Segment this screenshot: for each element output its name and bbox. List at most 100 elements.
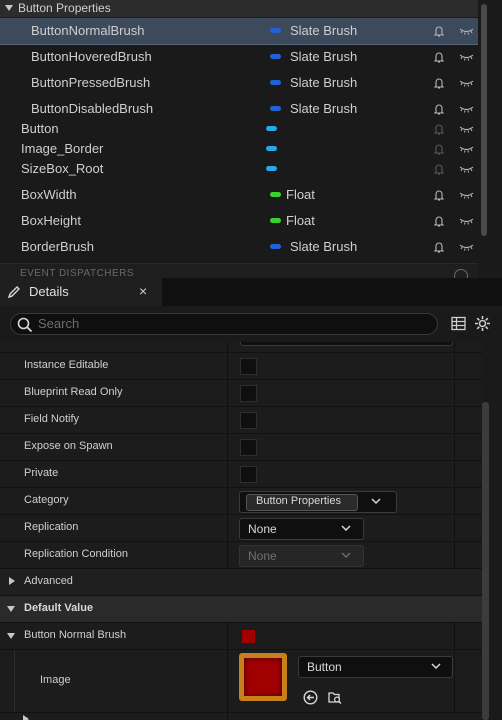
variable-row[interactable]: SizeBox_Root bbox=[0, 159, 478, 179]
details-scrollbar[interactable] bbox=[482, 402, 489, 720]
bell-icon[interactable] bbox=[434, 103, 444, 115]
variable-name: ButtonHoveredBrush bbox=[31, 49, 152, 64]
instance-editable-row: Instance Editable bbox=[0, 353, 482, 380]
event-dispatchers-header[interactable]: EVENT DISPATCHERS bbox=[0, 263, 478, 278]
expand-arrow-icon[interactable] bbox=[9, 577, 15, 585]
bell-icon[interactable] bbox=[434, 241, 444, 253]
bell-icon[interactable] bbox=[434, 51, 444, 63]
expose-on-spawn-checkbox[interactable] bbox=[240, 439, 257, 456]
pencil-icon bbox=[7, 286, 20, 299]
eye-closed-icon[interactable] bbox=[459, 105, 474, 113]
image-asset-value: Button bbox=[307, 660, 342, 674]
replication-condition-label: Replication Condition bbox=[24, 548, 128, 560]
chevron-down-icon[interactable] bbox=[341, 525, 351, 531]
instance-editable-checkbox[interactable] bbox=[240, 358, 257, 375]
browse-asset-icon[interactable] bbox=[327, 690, 343, 705]
table-view-icon[interactable] bbox=[451, 316, 466, 331]
replication-label: Replication bbox=[24, 521, 79, 533]
chevron-down-icon[interactable] bbox=[371, 498, 381, 504]
variable-type-pin-icon[interactable] bbox=[270, 28, 281, 33]
blueprint-read-only-label: Blueprint Read Only bbox=[24, 386, 123, 398]
image-asset-combo[interactable]: Button bbox=[298, 656, 453, 678]
search-icon bbox=[17, 317, 33, 333]
collapse-arrow-icon[interactable] bbox=[7, 606, 15, 612]
tab-details[interactable]: Details × bbox=[0, 278, 162, 306]
expand-arrow-icon[interactable] bbox=[23, 715, 29, 720]
category-label: Button Properties bbox=[18, 1, 111, 15]
chevron-down-icon bbox=[341, 552, 351, 558]
image-thumbnail[interactable] bbox=[239, 653, 287, 701]
details-tab-bar: Details × bbox=[0, 278, 502, 306]
search-area: Search bbox=[0, 306, 502, 342]
collapse-arrow-icon[interactable] bbox=[7, 633, 15, 639]
variable-type-pin-icon[interactable] bbox=[270, 80, 281, 85]
variable-type-pin-icon[interactable] bbox=[270, 218, 281, 223]
collapse-arrow-icon[interactable] bbox=[5, 5, 13, 11]
tab-details-label: Details bbox=[29, 284, 69, 299]
variable-name: SizeBox_Root bbox=[21, 161, 104, 176]
replication-value: None bbox=[248, 522, 277, 536]
variable-type-pin-icon[interactable] bbox=[270, 54, 281, 59]
variable-row[interactable]: BoxHeight Float bbox=[0, 208, 478, 234]
eye-closed-icon[interactable] bbox=[459, 27, 474, 35]
variable-type-pin-icon[interactable] bbox=[266, 126, 277, 131]
private-checkbox[interactable] bbox=[240, 466, 257, 483]
eye-closed-icon[interactable] bbox=[459, 165, 474, 173]
variable-type-label: Float bbox=[286, 187, 315, 202]
close-icon[interactable]: × bbox=[139, 283, 147, 299]
expose-on-spawn-row: Expose on Spawn bbox=[0, 434, 482, 461]
bell-icon[interactable] bbox=[434, 143, 444, 155]
eye-closed-icon[interactable] bbox=[459, 79, 474, 87]
variable-type-pin-icon[interactable] bbox=[270, 106, 281, 111]
category-header[interactable]: Button Properties bbox=[0, 0, 478, 17]
chevron-down-icon[interactable] bbox=[431, 663, 441, 669]
image-label: Image bbox=[40, 674, 71, 686]
variable-type-pin-icon[interactable] bbox=[266, 146, 277, 151]
bell-icon[interactable] bbox=[434, 189, 444, 201]
image-row: Image Button bbox=[0, 650, 482, 713]
advanced-row[interactable]: Advanced bbox=[0, 569, 482, 596]
eye-closed-icon[interactable] bbox=[459, 217, 474, 225]
variables-scrollbar[interactable] bbox=[481, 4, 487, 236]
variable-type-label: Slate Brush bbox=[290, 239, 358, 254]
gear-icon[interactable] bbox=[474, 315, 491, 332]
category-combo[interactable]: Button Properties bbox=[239, 491, 397, 513]
variable-name: BorderBrush bbox=[21, 239, 94, 254]
variable-row[interactable]: ButtonHoveredBrush Slate Brush bbox=[0, 44, 478, 70]
default-value-section[interactable]: Default Value bbox=[0, 596, 482, 623]
variable-type-label: Slate Brush bbox=[290, 75, 358, 90]
bell-icon[interactable] bbox=[434, 163, 444, 175]
blueprint-read-only-checkbox[interactable] bbox=[240, 385, 257, 402]
use-selected-arrow-icon[interactable] bbox=[303, 690, 318, 705]
brush-color-swatch[interactable] bbox=[241, 629, 256, 644]
variable-row[interactable]: ButtonNormalBrush Slate Brush bbox=[0, 18, 478, 45]
field-notify-checkbox[interactable] bbox=[240, 412, 257, 429]
eye-closed-icon[interactable] bbox=[459, 125, 474, 133]
bell-icon[interactable] bbox=[434, 77, 444, 89]
bell-icon[interactable] bbox=[434, 215, 444, 227]
category-value[interactable]: Button Properties bbox=[256, 495, 341, 507]
description-field[interactable] bbox=[240, 342, 453, 346]
next-row bbox=[0, 713, 482, 720]
variable-row[interactable]: BorderBrush Slate Brush bbox=[0, 234, 478, 260]
bell-icon[interactable] bbox=[434, 123, 444, 135]
field-notify-row: Field Notify bbox=[0, 407, 482, 434]
expose-on-spawn-label: Expose on Spawn bbox=[24, 440, 113, 452]
variable-row[interactable]: ButtonPressedBrush Slate Brush bbox=[0, 70, 478, 96]
eye-closed-icon[interactable] bbox=[459, 145, 474, 153]
bell-icon[interactable] bbox=[434, 25, 444, 37]
variable-row[interactable]: BoxWidth Float bbox=[0, 182, 478, 208]
add-circle-icon[interactable] bbox=[454, 269, 468, 278]
variable-row[interactable]: Button bbox=[0, 119, 478, 139]
replication-combo[interactable]: None bbox=[239, 518, 364, 540]
variable-type-pin-icon[interactable] bbox=[270, 244, 281, 249]
variable-type-pin-icon[interactable] bbox=[266, 166, 277, 171]
search-input[interactable]: Search bbox=[10, 313, 438, 335]
eye-closed-icon[interactable] bbox=[459, 191, 474, 199]
variable-type-pin-icon[interactable] bbox=[270, 192, 281, 197]
category-label: Category bbox=[24, 494, 69, 506]
eye-closed-icon[interactable] bbox=[459, 243, 474, 251]
variable-row[interactable]: Image_Border bbox=[0, 139, 478, 159]
eye-closed-icon[interactable] bbox=[459, 53, 474, 61]
search-placeholder: Search bbox=[38, 316, 80, 331]
